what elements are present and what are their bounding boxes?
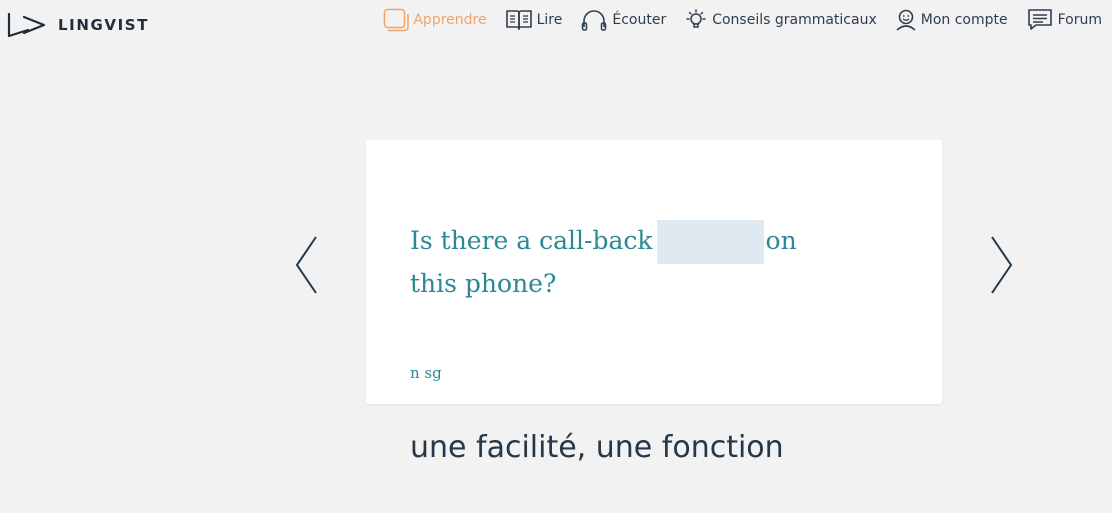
book-icon bbox=[505, 9, 533, 31]
nav-item-mon-compte[interactable]: Mon compte bbox=[895, 8, 1008, 32]
previous-card-button[interactable] bbox=[292, 234, 322, 296]
grammar-tag: n sg bbox=[410, 364, 442, 382]
lightbulb-icon bbox=[684, 8, 708, 32]
flashcard: Is there a call-back on this phone? n sg bbox=[366, 140, 942, 404]
nav-item-apprendre[interactable]: Apprendre bbox=[383, 8, 487, 32]
answer-blank-input[interactable] bbox=[656, 220, 764, 264]
nav-label-ecouter: Écouter bbox=[612, 12, 667, 28]
chevron-right-icon bbox=[991, 236, 1013, 294]
lingvist-logo-icon bbox=[7, 12, 46, 38]
logo-text: LINGVIST bbox=[58, 16, 150, 34]
next-card-button[interactable] bbox=[986, 234, 1016, 296]
nav-item-conseils-grammaticaux[interactable]: Conseils grammaticaux bbox=[684, 8, 877, 32]
translation-text: une facilité, une fonction bbox=[410, 430, 784, 465]
user-icon bbox=[895, 8, 917, 32]
nav-item-lire[interactable]: Lire bbox=[505, 9, 563, 31]
nav-label-mon-compte: Mon compte bbox=[920, 12, 1008, 28]
nav-item-forum[interactable]: Forum bbox=[1026, 8, 1102, 32]
main-nav: Apprendre Lire Écouter Conseils grammati… bbox=[383, 6, 1102, 34]
sentence-before: Is there a call-back bbox=[410, 226, 653, 255]
nav-label-apprendre: Apprendre bbox=[413, 12, 487, 28]
card-sentence: Is there a call-back on this phone? bbox=[410, 220, 840, 304]
logo[interactable]: LINGVIST bbox=[6, 11, 149, 39]
nav-label-lire: Lire bbox=[536, 12, 563, 28]
headphones-icon bbox=[580, 8, 608, 32]
top-bar: LINGVIST Apprendre Lire Écouter Conseils… bbox=[0, 0, 1112, 44]
forum-icon bbox=[1026, 8, 1054, 32]
nav-item-ecouter[interactable]: Écouter bbox=[580, 8, 666, 32]
chevron-left-icon bbox=[295, 236, 317, 294]
cards-icon bbox=[383, 8, 410, 32]
nav-label-forum: Forum bbox=[1057, 12, 1102, 28]
nav-label-conseils-grammaticaux: Conseils grammaticaux bbox=[712, 12, 877, 28]
